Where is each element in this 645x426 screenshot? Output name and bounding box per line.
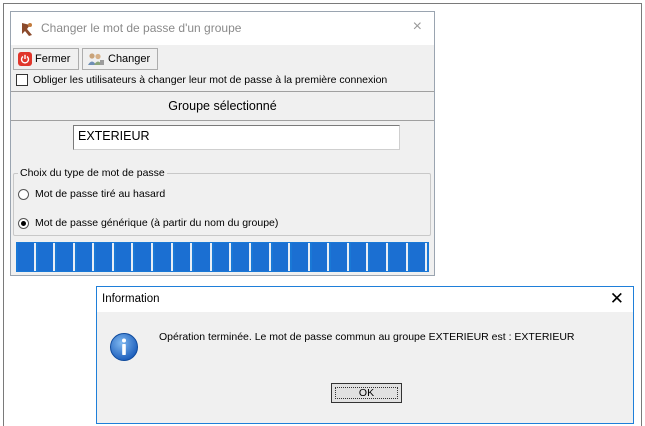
progress-segment (18, 243, 36, 271)
users-icon (88, 53, 104, 65)
power-icon (18, 52, 32, 66)
changer-button[interactable]: Changer (82, 48, 158, 70)
force-change-label: Obliger les utilisateurs à changer leur … (33, 74, 388, 86)
progress-segment (213, 243, 232, 271)
option-generic-password[interactable]: Mot de passe générique (à partir du nom … (18, 217, 278, 229)
progress-segment (37, 243, 56, 271)
progress-bar (16, 242, 429, 272)
password-type-legend: Choix du type de mot de passe (18, 167, 167, 179)
dialog-titlebar[interactable]: Information ✕ (97, 287, 633, 312)
progress-segment (233, 243, 251, 271)
group-name-field[interactable]: EXTERIEUR (73, 125, 400, 150)
focus-ring (335, 387, 398, 399)
progress-segment (174, 243, 193, 271)
change-group-password-window: Changer le mot de passe d'un groupe × Fe… (10, 11, 435, 276)
close-icon[interactable]: ✕ (610, 290, 624, 307)
force-change-option[interactable]: Obliger les utilisateurs à changer leur … (16, 72, 387, 88)
close-icon[interactable]: × (413, 19, 422, 35)
progress-segment (96, 243, 114, 271)
option-generic-label: Mot de passe générique (à partir du nom … (35, 217, 279, 229)
progress-segment (350, 243, 369, 271)
password-type-groupbox: Choix du type de mot de passe Mot de pas… (13, 167, 431, 236)
info-icon (110, 333, 138, 361)
progress-segment (311, 243, 330, 271)
progress-segment (389, 243, 408, 271)
progress-segment (370, 243, 388, 271)
dialog-message: Opération terminée. Le mot de passe comm… (159, 331, 575, 343)
progress-segment (292, 243, 310, 271)
progress-segment (155, 243, 173, 271)
progress-segment (252, 243, 271, 271)
radio-generic[interactable] (18, 217, 29, 229)
selected-group-header: Groupe sélectionné (11, 91, 434, 121)
progress-segment (272, 243, 291, 271)
changer-label: Changer (108, 53, 151, 65)
progress-segment (57, 243, 75, 271)
option-random-password[interactable]: Mot de passe tiré au hasard (18, 188, 165, 200)
progress-segment (331, 243, 349, 271)
app-icon (22, 23, 32, 36)
ok-button[interactable]: OK (331, 383, 402, 403)
progress-segment (194, 243, 212, 271)
progress-segment (135, 243, 154, 271)
fermer-button[interactable]: Fermer (13, 48, 79, 70)
option-random-label: Mot de passe tiré au hasard (35, 188, 166, 200)
dialog-title: Information (102, 293, 160, 305)
information-dialog: Information ✕ Opération terminée. Le mot… (96, 286, 634, 424)
fermer-label: Fermer (35, 53, 71, 65)
progress-segment (115, 243, 134, 271)
window-titlebar[interactable]: Changer le mot de passe d'un groupe × (11, 12, 434, 45)
force-change-checkbox[interactable] (16, 74, 28, 86)
progress-segment (409, 243, 428, 271)
progress-segment (76, 243, 95, 271)
radio-random[interactable] (18, 188, 29, 200)
window-title: Changer le mot de passe d'un groupe (41, 21, 242, 35)
